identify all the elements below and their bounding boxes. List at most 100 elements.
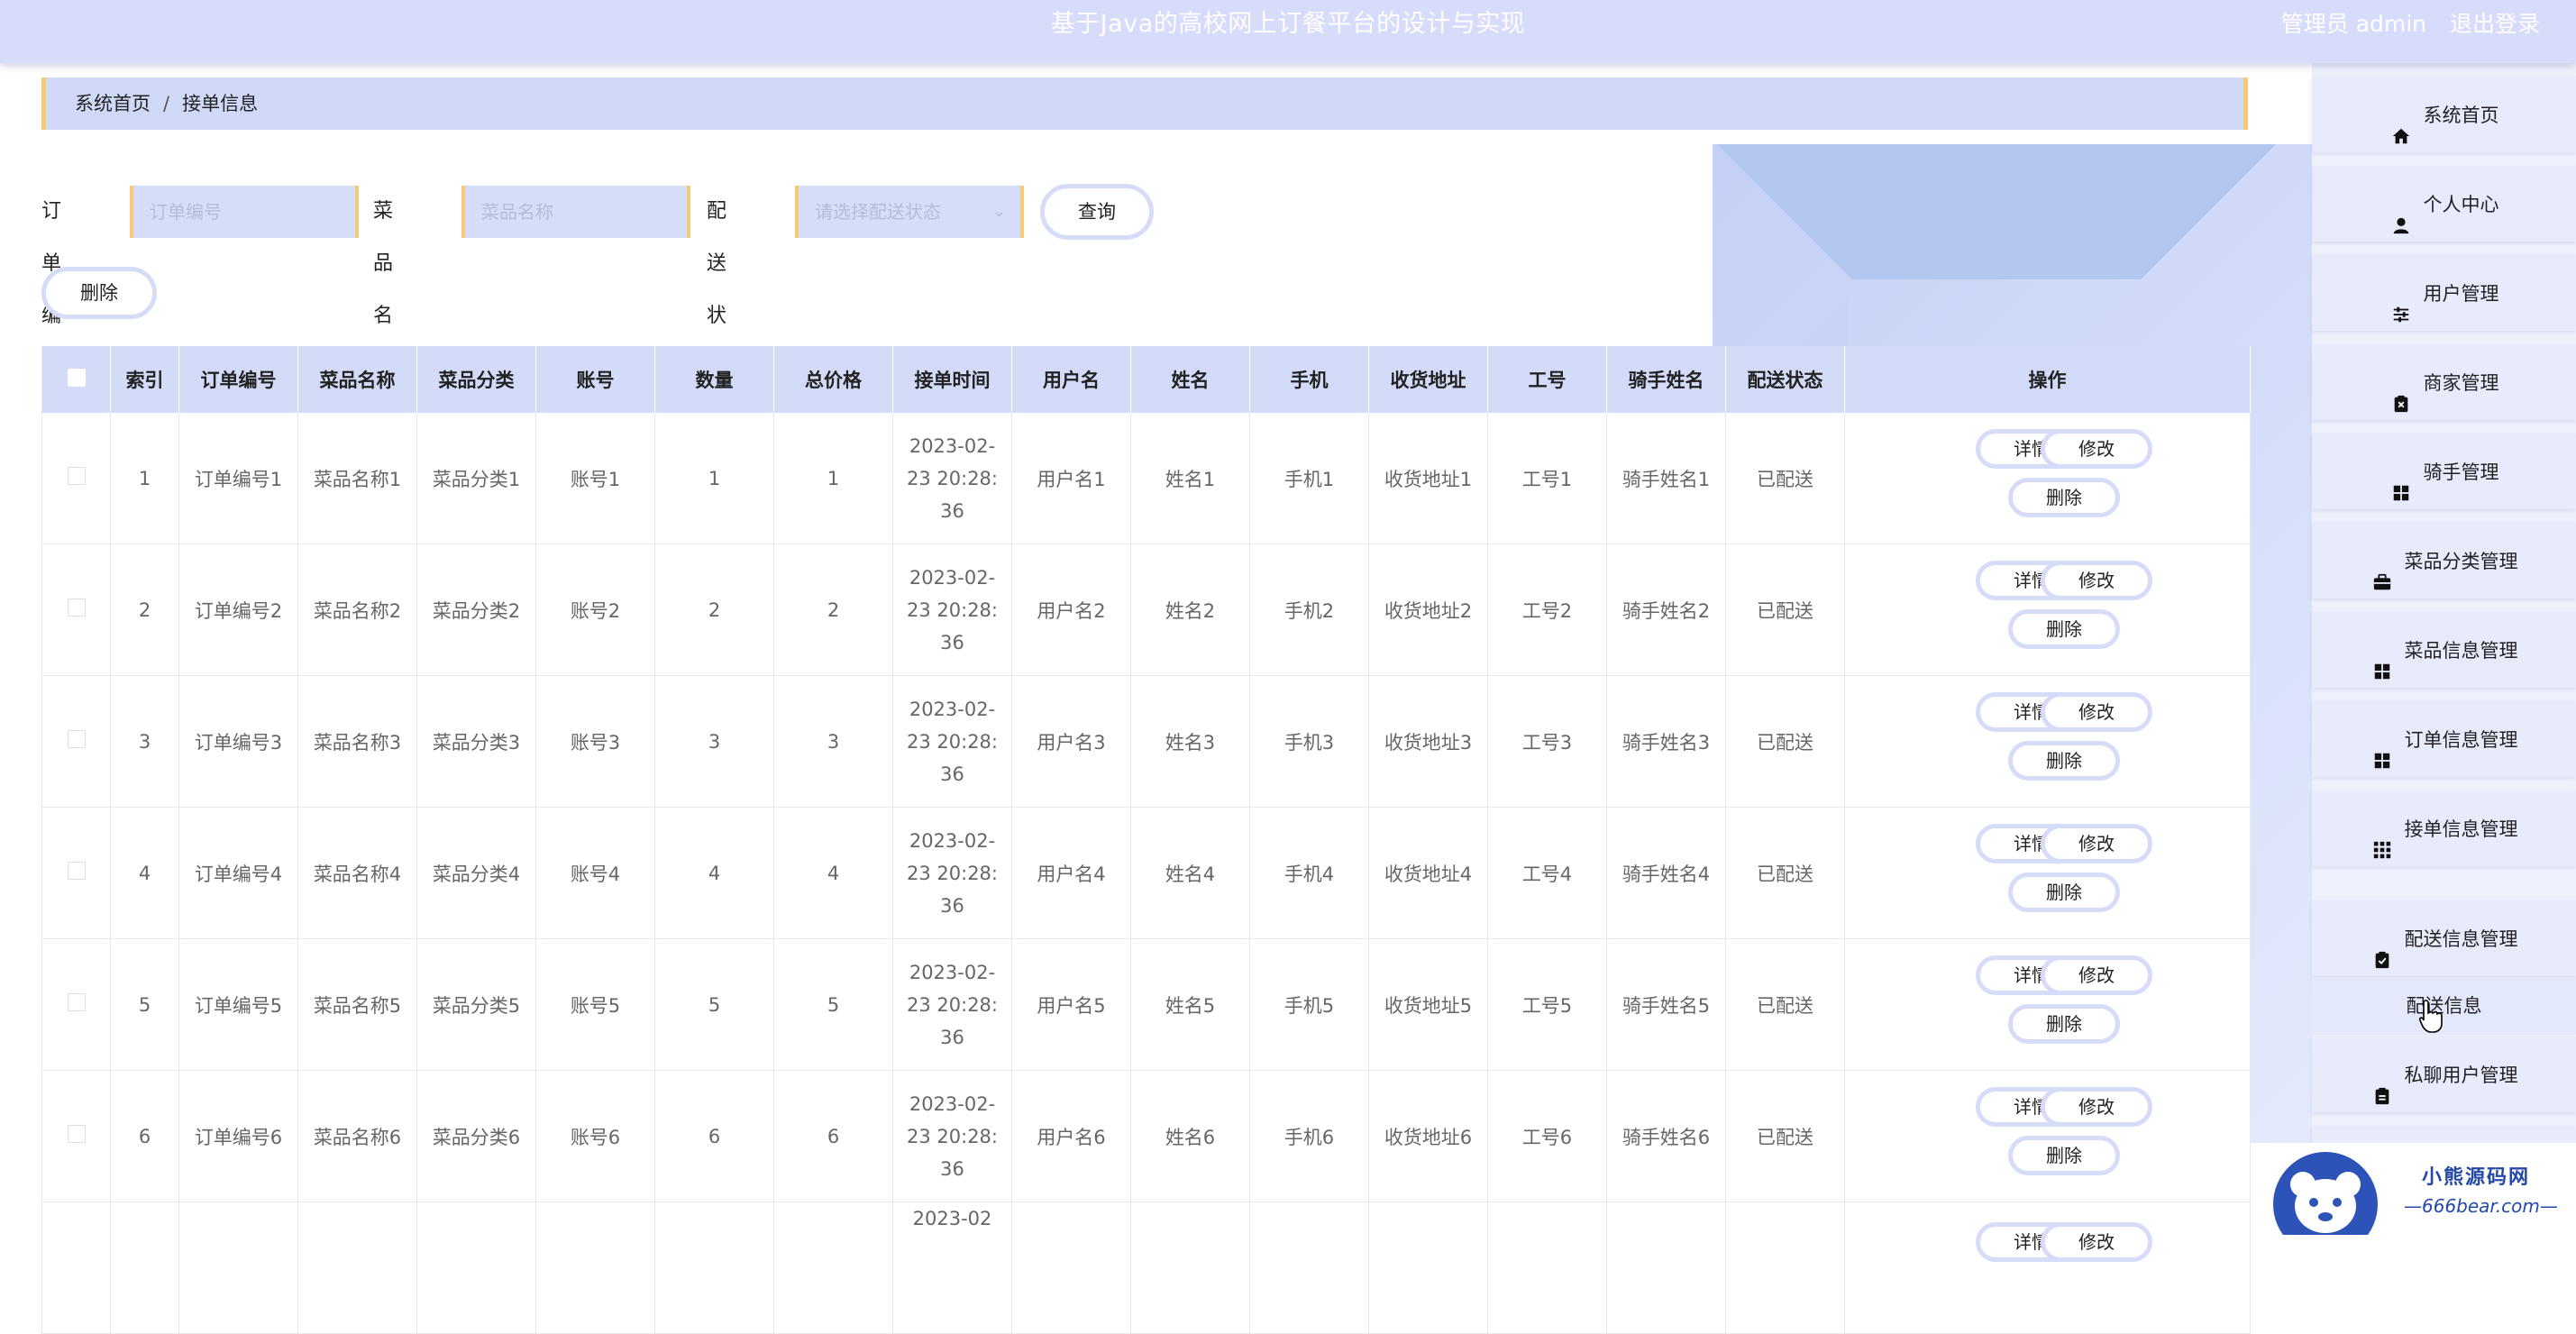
cell-rider: 骑手姓名3 bbox=[1606, 675, 1726, 808]
cell-time: 2023-02- 23 20:28: 36 bbox=[892, 544, 1012, 676]
sidebar-item[interactable]: 配送信息管理 bbox=[2312, 900, 2576, 976]
cell-emp-no bbox=[1487, 1202, 1607, 1334]
cell-emp-no: 工号4 bbox=[1487, 807, 1607, 939]
edit-button[interactable]: 修改 bbox=[2041, 824, 2152, 863]
cell-status bbox=[1725, 1202, 1845, 1334]
edit-button[interactable]: 修改 bbox=[2041, 1222, 2152, 1262]
time-line: 2023-02- bbox=[909, 829, 996, 852]
delete-button[interactable]: 删除 bbox=[2008, 1136, 2120, 1175]
sidebar-item-label: 商家管理 bbox=[2423, 372, 2499, 394]
col-header: 账号 bbox=[535, 346, 655, 413]
row-checkbox[interactable] bbox=[41, 938, 111, 1071]
sidebar-item[interactable]: 私聊用户管理 bbox=[2312, 1037, 2576, 1112]
cell-phone: 手机3 bbox=[1249, 675, 1369, 808]
cell-qty bbox=[654, 1202, 774, 1334]
cell-time: 2023-02 bbox=[892, 1202, 1012, 1334]
table-row: 1 订单编号1 菜品名称1 菜品分类1 账号1 1 1 2023-02- 23 20:28: 36… bbox=[41, 413, 2251, 544]
sidebar-item[interactable]: 商家管理 bbox=[2312, 344, 2576, 420]
order-no-label: 订单编号 bbox=[41, 200, 62, 379]
sidebar-item[interactable]: 接单信息管理 bbox=[2312, 790, 2576, 866]
delete-button[interactable]: 删除 bbox=[2008, 741, 2120, 781]
cell-address: 收货地址2 bbox=[1368, 544, 1488, 676]
delete-button[interactable]: 删除 bbox=[2008, 609, 2120, 649]
cell-name: 姓名5 bbox=[1130, 938, 1250, 1071]
edit-button[interactable]: 修改 bbox=[2041, 692, 2152, 732]
time-line: 2023-02- bbox=[909, 961, 996, 983]
cell-category: 菜品分类1 bbox=[416, 413, 536, 544]
row-checkbox[interactable] bbox=[41, 1202, 111, 1334]
logout-link[interactable]: 退出登录 bbox=[2450, 11, 2540, 37]
cell-order-no: 订单编号5 bbox=[178, 938, 298, 1071]
status-select-placeholder: 请选择配送状态 bbox=[815, 201, 941, 223]
time-line: 23 20:28: bbox=[907, 862, 998, 884]
cell-name: 姓名3 bbox=[1130, 675, 1250, 808]
row-checkbox[interactable] bbox=[41, 413, 111, 544]
sidebar-item[interactable]: 订单信息管理 bbox=[2312, 701, 2576, 777]
cell-actions: 详情 修改 删除 bbox=[1844, 544, 2251, 676]
time-line: 23 20:28: bbox=[907, 1125, 998, 1147]
cell-category: 菜品分类5 bbox=[416, 938, 536, 1071]
cell-status: 已配送 bbox=[1725, 544, 1845, 676]
sidebar-item[interactable]: 菜品分类管理 bbox=[2312, 523, 2576, 598]
edit-button[interactable]: 修改 bbox=[2041, 429, 2152, 469]
cell-account: 账号5 bbox=[535, 938, 655, 1071]
sidebar-item[interactable]: 个人中心 bbox=[2312, 166, 2576, 242]
status-label: 配送状态 bbox=[707, 200, 727, 379]
delete-button[interactable]: 删除 bbox=[2008, 873, 2120, 912]
top-bar: 基于Java的高校网上订餐平台的设计与实现 管理员 admin 退出登录 bbox=[0, 0, 2576, 63]
cell-name: 姓名6 bbox=[1130, 1070, 1250, 1202]
col-header: 姓名 bbox=[1130, 346, 1250, 413]
dish-name-input[interactable] bbox=[461, 186, 690, 238]
time-line: 36 bbox=[940, 894, 964, 917]
cell-phone: 手机6 bbox=[1249, 1070, 1369, 1202]
cell-order-no: 订单编号1 bbox=[178, 413, 298, 544]
sidebar-item[interactable]: 骑手管理 bbox=[2312, 434, 2576, 509]
time-line: 36 bbox=[940, 499, 964, 522]
cell-total: 1 bbox=[773, 413, 893, 544]
cell-time: 2023-02- 23 20:28: 36 bbox=[892, 938, 1012, 1071]
cell-emp-no: 工号3 bbox=[1487, 675, 1607, 808]
sidebar-item[interactable]: 菜品信息管理 bbox=[2312, 612, 2576, 688]
edit-button[interactable]: 修改 bbox=[2041, 955, 2152, 995]
cell-emp-no: 工号1 bbox=[1487, 413, 1607, 544]
cell-index: 1 bbox=[110, 413, 179, 544]
cell-rider: 骑手姓名4 bbox=[1606, 807, 1726, 939]
edit-button[interactable]: 修改 bbox=[2041, 1087, 2152, 1127]
query-button[interactable]: 查询 bbox=[1040, 184, 1154, 240]
grid-icon bbox=[2370, 726, 2394, 769]
delete-button[interactable]: 删除 bbox=[2008, 1004, 2120, 1044]
status-select[interactable]: 请选择配送状态 ⌄ bbox=[795, 186, 1024, 238]
row-checkbox[interactable] bbox=[41, 807, 111, 939]
edit-button[interactable]: 修改 bbox=[2041, 561, 2152, 600]
cell-rider: 骑手姓名6 bbox=[1606, 1070, 1726, 1202]
cell-status: 已配送 bbox=[1725, 807, 1845, 939]
batch-delete-button[interactable]: 删除 bbox=[41, 267, 157, 319]
cell-phone bbox=[1249, 1202, 1369, 1334]
delete-button[interactable]: 删除 bbox=[2008, 478, 2120, 517]
grid-icon bbox=[2389, 459, 2413, 501]
order-no-input[interactable] bbox=[130, 186, 359, 238]
row-checkbox[interactable] bbox=[41, 544, 111, 676]
cell-rider: 骑手姓名2 bbox=[1606, 544, 1726, 676]
time-line: 2023-02- bbox=[909, 698, 996, 720]
cell-total: 4 bbox=[773, 807, 893, 939]
breadcrumb-home[interactable]: 系统首页 bbox=[75, 93, 151, 114]
sidebar-item-label: 私聊用户管理 bbox=[2404, 1064, 2518, 1086]
home-icon bbox=[2389, 102, 2413, 144]
cell-index: 3 bbox=[110, 675, 179, 808]
time-line: 2023-02 bbox=[912, 1208, 992, 1229]
cell-index bbox=[110, 1202, 179, 1334]
row-checkbox[interactable] bbox=[41, 1070, 111, 1202]
sidebar-item[interactable]: 用户管理 bbox=[2312, 255, 2576, 331]
sidebar-item[interactable]: 系统首页 bbox=[2312, 77, 2576, 152]
col-header: 订单编号 bbox=[178, 346, 298, 413]
background-decor-triangle bbox=[1717, 144, 2276, 279]
cell-dish: 菜品名称2 bbox=[297, 544, 417, 676]
table-row: 2 订单编号2 菜品名称2 菜品分类2 账号2 2 2 2023-02- 23 20:28: 36… bbox=[41, 544, 2251, 676]
row-checkbox[interactable] bbox=[41, 675, 111, 808]
cell-dish: 菜品名称3 bbox=[297, 675, 417, 808]
cell-rider: 骑手姓名1 bbox=[1606, 413, 1726, 544]
time-line: 36 bbox=[940, 631, 964, 653]
select-all-checkbox[interactable] bbox=[41, 346, 111, 413]
col-header: 收货地址 bbox=[1368, 346, 1488, 413]
